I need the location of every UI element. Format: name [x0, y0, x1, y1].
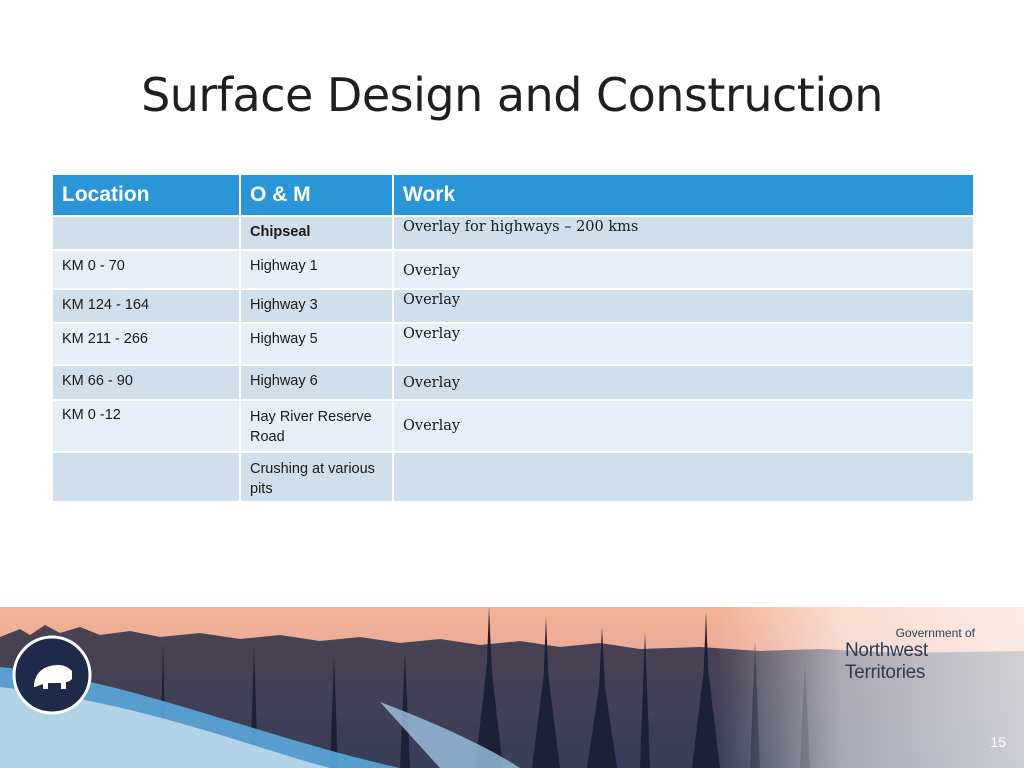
- om-cell: Hay River Reserve Road: [239, 399, 394, 453]
- table-row: Crushing at various pits: [51, 451, 975, 503]
- work-cell: Overlay: [392, 322, 975, 366]
- work-cell: Overlay: [392, 288, 975, 324]
- om-cell: Crushing at various pits: [239, 451, 394, 503]
- location-cell: KM 124 - 164: [51, 288, 241, 324]
- table-row: KM 0 -12 Hay River Reserve Road Overlay: [51, 399, 975, 453]
- header-work: Work: [392, 173, 975, 217]
- location-cell: [51, 215, 241, 251]
- work-cell: Overlay: [392, 364, 975, 401]
- om-cell: Highway 3: [239, 288, 394, 324]
- work-cell: Overlay: [392, 249, 975, 290]
- header-location: Location: [51, 173, 241, 217]
- page-number: 15: [990, 734, 1006, 750]
- gov-logo-line2: Northwest Territories: [845, 640, 928, 683]
- data-table: Location O & M Work Chipseal Overlay for…: [51, 173, 975, 503]
- location-cell: KM 211 - 266: [51, 322, 241, 366]
- om-cell: Chipseal: [239, 215, 394, 251]
- polar-bear-icon: [12, 635, 92, 715]
- location-cell: KM 0 - 70: [51, 249, 241, 290]
- table-row: KM 66 - 90 Highway 6 Overlay: [51, 364, 975, 401]
- header-om: O & M: [239, 173, 394, 217]
- table-row: KM 211 - 266 Highway 5 Overlay: [51, 322, 975, 366]
- table-row: KM 0 - 70 Highway 1 Overlay: [51, 249, 975, 290]
- slide-title: Surface Design and Construction: [141, 68, 883, 122]
- om-cell: Highway 6: [239, 364, 394, 401]
- table-row: KM 124 - 164 Highway 3 Overlay: [51, 288, 975, 324]
- table-header-row: Location O & M Work: [51, 173, 975, 217]
- om-cell: Highway 5: [239, 322, 394, 366]
- location-cell: KM 0 -12: [51, 399, 241, 453]
- om-cell: Highway 1: [239, 249, 394, 290]
- gov-logo-line1: Government of: [895, 626, 975, 640]
- work-cell: Overlay: [392, 399, 975, 453]
- table-row: Chipseal Overlay for highways – 200 kms: [51, 215, 975, 251]
- location-cell: KM 66 - 90: [51, 364, 241, 401]
- work-cell: Overlay for highways – 200 kms: [392, 215, 975, 251]
- location-cell: [51, 451, 241, 503]
- gov-logo: Government of Northwest Territories: [845, 626, 1005, 684]
- work-cell: [392, 451, 975, 503]
